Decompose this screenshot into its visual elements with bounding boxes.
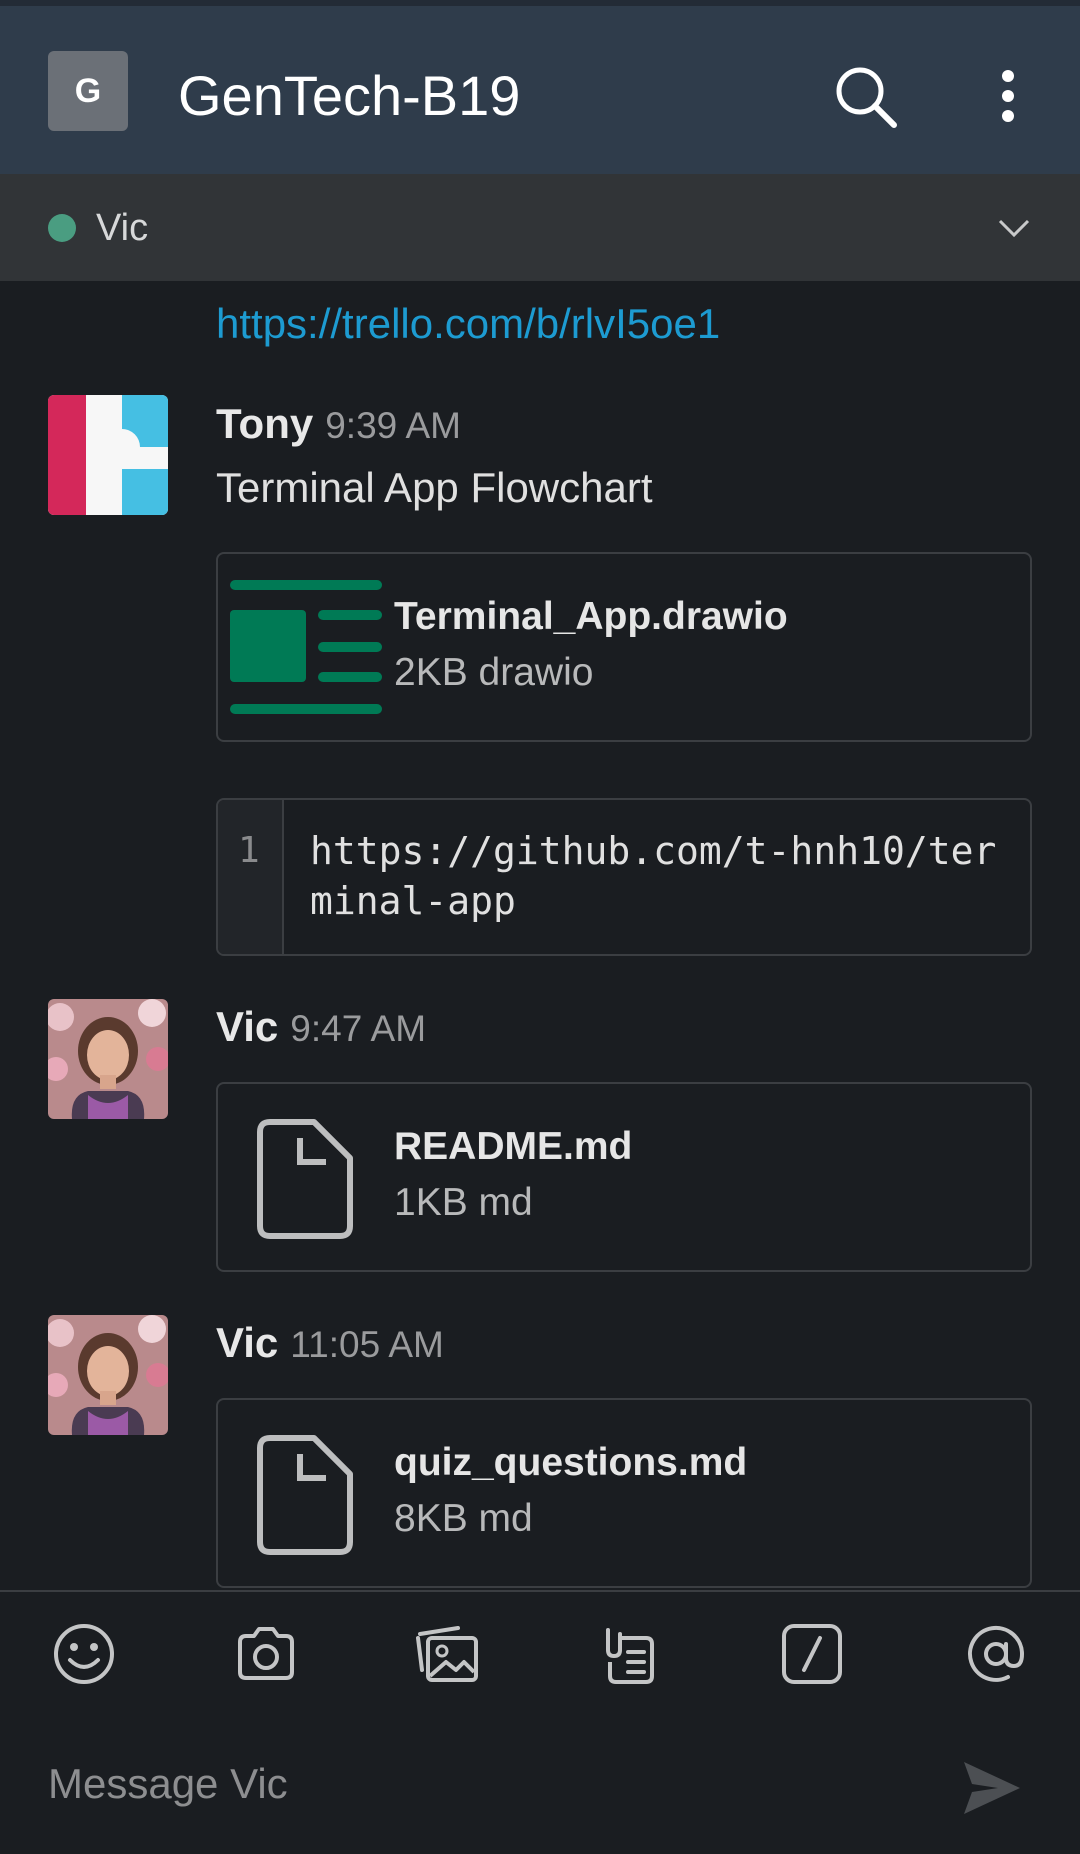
message-author[interactable]: Vic 9:47 AM bbox=[216, 999, 426, 1057]
message-text: Terminal App Flowchart bbox=[216, 464, 653, 511]
code-block[interactable]: 1 https://github.com/t-hnh10/terminal-ap… bbox=[216, 798, 1032, 956]
file-meta: 2KB drawio bbox=[394, 651, 594, 694]
send-icon[interactable] bbox=[960, 1756, 1024, 1820]
camera-icon[interactable] bbox=[232, 1620, 300, 1688]
message-composer bbox=[0, 1590, 1080, 1854]
chevron-down-icon[interactable] bbox=[996, 210, 1032, 246]
dm-details-bar[interactable] bbox=[0, 174, 1080, 281]
dm-user-name[interactable]: Vic bbox=[96, 204, 148, 252]
author-name[interactable]: Vic bbox=[216, 1003, 278, 1050]
file-name: Terminal_App.drawio bbox=[394, 595, 788, 638]
more-vertical-icon[interactable] bbox=[985, 61, 1031, 131]
message-author[interactable]: Vic 11:05 AM bbox=[216, 1315, 444, 1373]
mention-icon[interactable] bbox=[962, 1620, 1030, 1688]
workspace-badge[interactable]: G bbox=[48, 51, 128, 131]
files-icon[interactable] bbox=[596, 1620, 664, 1688]
channel-header: G GenTech-B19 bbox=[0, 0, 1080, 174]
slash-command-icon[interactable] bbox=[778, 1620, 846, 1688]
message-time: 9:39 AM bbox=[325, 405, 461, 446]
file-name: quiz_questions.md bbox=[394, 1441, 748, 1484]
channel-title[interactable]: GenTech-B19 bbox=[178, 58, 520, 134]
code-text[interactable]: https://github.com/t-hnh10/terminal-app bbox=[310, 826, 1010, 926]
trello-link[interactable]: https://trello.com/b/rlvI5oe1 bbox=[216, 296, 720, 352]
author-name[interactable]: Vic bbox=[216, 1319, 278, 1366]
author-name[interactable]: Tony bbox=[216, 400, 313, 447]
presence-indicator bbox=[48, 214, 76, 242]
file-attachment-readme[interactable]: README.md 1KB md bbox=[216, 1082, 1032, 1272]
avatar-tony[interactable] bbox=[48, 395, 168, 515]
photo-icon[interactable] bbox=[414, 1620, 482, 1688]
file-attachment-drawio[interactable]: Terminal_App.drawio 2KB drawio bbox=[216, 552, 1032, 742]
search-icon[interactable] bbox=[830, 61, 900, 131]
emoji-icon[interactable] bbox=[50, 1620, 118, 1688]
document-icon bbox=[257, 1435, 353, 1555]
document-icon bbox=[257, 1119, 353, 1239]
avatar-vic[interactable] bbox=[48, 999, 168, 1119]
drawio-file-icon bbox=[230, 580, 382, 714]
file-attachment-quiz[interactable]: quiz_questions.md 8KB md bbox=[216, 1398, 1032, 1588]
file-meta: 1KB md bbox=[394, 1181, 533, 1224]
message-input[interactable] bbox=[48, 1760, 928, 1808]
file-name: README.md bbox=[394, 1125, 633, 1168]
code-gutter bbox=[218, 800, 284, 954]
file-meta: 8KB md bbox=[394, 1497, 533, 1540]
message-time: 9:47 AM bbox=[290, 1008, 427, 1049]
avatar-vic[interactable] bbox=[48, 1315, 168, 1435]
code-line-number: 1 bbox=[238, 830, 260, 871]
message-time: 11:05 AM bbox=[290, 1324, 444, 1365]
message-author[interactable]: Tony 9:39 AM bbox=[216, 396, 461, 454]
